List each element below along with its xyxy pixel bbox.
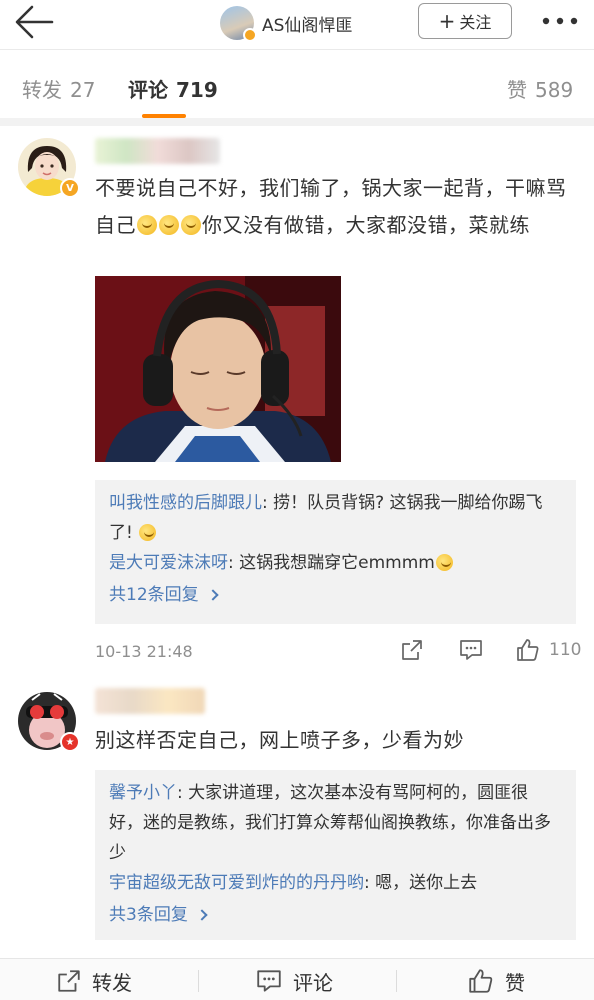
reply-comment-button[interactable] <box>458 635 484 665</box>
chevron-right-icon <box>196 909 208 921</box>
reply-text: : 嗯，送你上去 <box>364 873 478 893</box>
like-comment-button[interactable]: 110 <box>515 635 581 665</box>
like-label: 赞 <box>505 970 525 995</box>
tab-bar: 转发 27 评论 719 赞 589 <box>0 50 594 122</box>
follow-label: 关注 <box>459 13 492 32</box>
tab-comments[interactable]: 评论 719 <box>128 74 218 103</box>
follow-button[interactable]: + 关注 <box>418 3 512 39</box>
divider <box>198 970 199 992</box>
comment-icon <box>460 640 482 660</box>
username-blurred[interactable] <box>95 688 205 714</box>
reply-item: 馨予小丫: 大家讲道理，这次基本没有骂阿柯的，圆匪很好，迷的是教练，我们打算众筹… <box>109 778 562 868</box>
view-all-replies-link[interactable]: 共3条回复 <box>109 898 208 932</box>
comment-item: V 不要说自己不好，我们输了，锅大家一起背，干嘛骂自己 你又没有做错，大家都没错，… <box>0 126 594 672</box>
share-icon <box>58 970 80 992</box>
comment-text: 不要说自己不好，我们输了，锅大家一起背，干嘛骂自己 你又没有做错，大家都没错，菜就… <box>95 170 570 244</box>
verified-badge-icon <box>243 28 257 42</box>
tab-comments-label: 评论 <box>128 78 168 102</box>
comment-text: 别这样否定自己，网上喷子多，少看为妙 <box>95 728 464 752</box>
reply-count-label: 共12条回复 <box>109 585 199 605</box>
smirk-emoji-icon <box>159 215 179 235</box>
reply-item: 叫我性感的后脚跟儿: 捞！队员背锅? 这锅我一脚给你踢飞了! <box>109 488 562 548</box>
more-options-icon[interactable] <box>538 8 582 34</box>
avatar[interactable]: V <box>18 138 80 198</box>
thumbs-up-icon <box>517 639 539 661</box>
chevron-right-icon <box>206 589 219 601</box>
repost-button[interactable]: 转发 <box>56 964 132 998</box>
comment-item: ★ 别这样否定自己，网上喷子多，少看为妙 馨予小丫: 大家讲道理，这次基本没有骂… <box>0 682 594 1000</box>
divider <box>0 672 594 682</box>
share-icon <box>402 640 422 660</box>
profile-avatar[interactable] <box>220 6 257 42</box>
avatar[interactable]: ★ <box>18 692 80 752</box>
member-badge-icon: ★ <box>60 732 80 752</box>
reply-preview-box[interactable]: 叫我性感的后脚跟儿: 捞！队员背锅? 这锅我一脚给你踢飞了! 是大可爱沫沫呀: … <box>95 480 576 624</box>
back-arrow-icon[interactable] <box>12 4 56 40</box>
reply-item: 是大可爱沫沫呀: 这锅我想踹穿它emmmm <box>109 548 562 578</box>
top-navigation-bar: AS仙阁悍匪 + 关注 <box>0 0 594 50</box>
section-divider <box>0 118 594 126</box>
smirk-emoji-icon <box>435 554 453 571</box>
divider <box>396 970 397 992</box>
reply-username[interactable]: 馨予小丫 <box>109 783 177 803</box>
tab-repost-count: 27 <box>70 78 96 102</box>
like-count: 110 <box>549 640 582 660</box>
tab-likes-count: 589 <box>535 78 574 102</box>
repost-comment-button[interactable] <box>400 635 424 665</box>
tab-likes-label: 赞 <box>507 78 527 102</box>
bottom-action-bar: 转发 评论 赞 <box>0 958 594 1000</box>
tab-repost-label: 转发 <box>22 78 62 102</box>
reply-username[interactable]: 宇宙超级无敌可爱到炸的的丹丹哟 <box>109 873 364 893</box>
comment-icon <box>257 970 281 992</box>
comment-label: 评论 <box>293 970 333 995</box>
reply-preview-box[interactable]: 馨予小丫: 大家讲道理，这次基本没有骂阿柯的，圆匪很好，迷的是教练，我们打算众筹… <box>95 770 576 940</box>
reply-username[interactable]: 是大可爱沫沫呀 <box>109 553 228 573</box>
profile-name[interactable]: AS仙阁悍匪 <box>262 11 352 36</box>
tab-repost[interactable]: 转发 27 <box>22 74 95 103</box>
comment-button[interactable]: 评论 <box>255 964 333 998</box>
tab-comments-count: 719 <box>176 78 218 102</box>
view-all-replies-link[interactable]: 共12条回复 <box>109 578 219 612</box>
repost-label: 转发 <box>92 970 132 995</box>
smirk-emoji-icon <box>181 215 201 235</box>
tab-likes[interactable]: 赞 589 <box>507 74 573 103</box>
reply-text: : 这锅我想踹穿它emmmm <box>228 553 435 573</box>
like-button[interactable]: 赞 <box>467 964 525 998</box>
verified-badge-icon: V <box>60 178 80 198</box>
comment-timestamp: 10-13 21:48 <box>95 642 193 661</box>
comment-image[interactable] <box>95 276 341 462</box>
comment-text-part2: 你又没有做错，大家都没错，菜就练 <box>202 213 530 237</box>
profile-header[interactable]: AS仙阁悍匪 <box>220 5 352 42</box>
smirk-emoji-icon <box>137 215 157 235</box>
plus-icon: + <box>438 9 456 33</box>
reply-username[interactable]: 叫我性感的后脚跟儿 <box>109 493 262 513</box>
laugh-emoji-icon <box>139 524 157 541</box>
reply-item: 宇宙超级无敌可爱到炸的的丹丹哟: 嗯，送你上去 <box>109 868 562 898</box>
reply-count-label: 共3条回复 <box>109 905 188 925</box>
thumbs-up-icon <box>469 969 493 993</box>
username-blurred[interactable] <box>95 138 220 164</box>
